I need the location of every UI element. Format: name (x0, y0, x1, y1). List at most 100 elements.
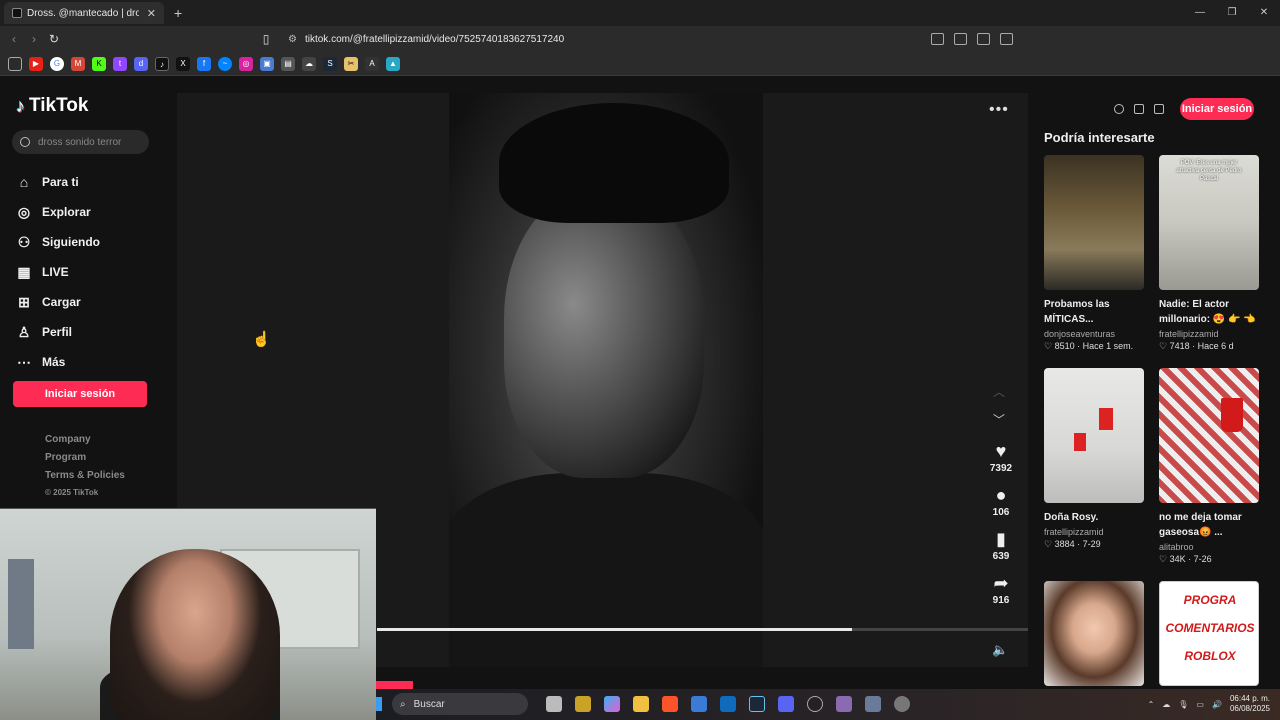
x-icon[interactable]: X (176, 56, 190, 71)
messenger-icon[interactable]: ~ (218, 56, 232, 71)
discord-icon[interactable]: d (134, 56, 148, 71)
tool-icon[interactable]: ✂ (344, 56, 358, 71)
card-user[interactable]: fratellipizzamid (1044, 527, 1145, 537)
forward-button[interactable]: › (24, 32, 44, 46)
cast-icon[interactable] (954, 33, 967, 45)
ai-icon[interactable]: A (365, 56, 379, 71)
sidebar-item-perfil[interactable]: ♙ Perfil (16, 317, 156, 347)
share-action[interactable]: ➦ 916 (985, 573, 1017, 606)
translate-icon[interactable] (977, 33, 990, 45)
reload-button[interactable]: ↻ (44, 32, 64, 46)
facebook-icon[interactable]: f (197, 56, 211, 71)
start-icon[interactable] (376, 697, 382, 711)
apps-grid-icon[interactable] (8, 56, 22, 71)
previous-video-icon[interactable]: ︿ (993, 383, 1005, 400)
card-user[interactable]: alitabroo (1159, 542, 1260, 552)
card-thumbnail[interactable] (1159, 368, 1259, 503)
sidebar-item-explorar[interactable]: ◎ Explorar (16, 197, 156, 227)
window-close-button[interactable]: ✕ (1248, 0, 1280, 26)
sidebar-item-mas[interactable]: ⋯ Más (16, 347, 156, 377)
maximize-button[interactable]: ❐ (1216, 0, 1248, 26)
tiktok-bookmark-icon[interactable]: ♪ (155, 56, 169, 71)
instagram-icon[interactable]: ◎ (239, 56, 253, 71)
card-thumbnail[interactable] (1044, 368, 1144, 503)
network-icon[interactable]: ▭ (1196, 700, 1204, 709)
site-settings-icon[interactable]: ⚙ (288, 34, 297, 45)
card-user[interactable]: donjoseaventuras (1044, 329, 1145, 339)
footer-link-company[interactable]: Company (45, 434, 125, 452)
outlook-icon[interactable] (720, 696, 736, 712)
brave-taskbar-icon[interactable] (662, 696, 678, 712)
kick-icon[interactable]: K (92, 56, 106, 71)
coins-icon[interactable] (1114, 104, 1124, 114)
taskbar-search[interactable]: ⌕ Buscar (392, 693, 528, 715)
volume-icon[interactable]: 🔈 (992, 642, 1008, 658)
settings-taskbar-icon[interactable] (894, 696, 910, 712)
card-title[interactable]: Nadie: El actor millonario: 😍 👉 👈 (1159, 297, 1260, 327)
card-title[interactable]: Probamos las MÍTICAS... (1044, 297, 1145, 327)
sidebar-item-cargar[interactable]: ⊞ Cargar (16, 287, 156, 317)
next-video-icon[interactable]: ﹀ (993, 411, 1005, 428)
comment-action[interactable]: ● 106 (985, 485, 1017, 518)
app2-taskbar-icon[interactable] (865, 696, 881, 712)
store-taskbar-icon[interactable] (691, 696, 707, 712)
card-thumbnail[interactable]: POV: Eres una mujer atractiva cerca de P… (1159, 155, 1259, 290)
like-action[interactable]: ♥ 7392 (985, 441, 1017, 474)
bookmark-page-icon[interactable]: ▯ (256, 32, 276, 46)
speaker-icon[interactable]: 🔊 (1212, 700, 1222, 709)
footer-link-terms[interactable]: Terms & Policies (45, 470, 125, 488)
card-thumbnail[interactable] (1044, 581, 1144, 686)
download-icon[interactable] (1154, 104, 1164, 114)
gmail-icon[interactable]: M (71, 56, 85, 71)
obs-icon[interactable] (807, 696, 823, 712)
tray-chevron-icon[interactable]: ⌃ (1148, 700, 1155, 709)
footer-link-program[interactable]: Program (45, 452, 125, 470)
sidebar-item-para-ti[interactable]: ⌂ Para ti (16, 167, 156, 197)
store-icon[interactable]: ▣ (260, 56, 274, 71)
minimize-button[interactable]: — (1184, 0, 1216, 26)
mute-site-icon[interactable] (931, 33, 944, 45)
discord-taskbar-icon[interactable] (778, 696, 794, 712)
file-explorer-icon[interactable] (633, 696, 649, 712)
recommended-card[interactable] (1044, 581, 1145, 686)
taskbar-clock[interactable]: 06:44 p. m. 06/08/2025 (1230, 694, 1270, 714)
share-icon[interactable] (1000, 33, 1013, 45)
steam-taskbar-icon[interactable] (749, 696, 765, 712)
sidebar-item-siguiendo[interactable]: ⚇ Siguiendo (16, 227, 156, 257)
card-thumbnail[interactable]: PROGRA COMENTARIOS ROBLOX (1159, 581, 1259, 686)
card-thumbnail[interactable] (1044, 155, 1144, 290)
recommended-card[interactable]: PROGRA COMENTARIOS ROBLOX (1159, 581, 1260, 686)
card-title[interactable]: no me deja tomar gaseosa😡 ... (1159, 510, 1260, 540)
new-tab-button[interactable]: + (174, 5, 182, 21)
google-icon[interactable]: G (50, 56, 64, 71)
app-taskbar-icon[interactable] (836, 696, 852, 712)
tiktok-logo[interactable]: ♪ TikTok (16, 95, 88, 117)
onedrive-icon[interactable]: ☁ (1162, 700, 1170, 709)
cloud-icon[interactable]: ☁ (302, 56, 316, 71)
folder-icon[interactable]: ▤ (281, 56, 295, 71)
header-login-button[interactable]: Iniciar sesión (1180, 98, 1254, 120)
search-box[interactable] (12, 130, 149, 154)
card-user[interactable]: fratellipizzamid (1159, 329, 1260, 339)
back-button[interactable]: ‹ (4, 32, 24, 46)
twitch-icon[interactable]: t (113, 56, 127, 71)
card-title[interactable]: Doña Rosy. (1044, 510, 1145, 525)
mic-icon[interactable]: 🎙 (1178, 700, 1188, 709)
youtube-icon[interactable]: ▶ (29, 56, 43, 71)
steam-icon[interactable]: S (323, 56, 337, 71)
recommended-card[interactable]: POV: Eres una mujer atractiva cerca de P… (1159, 155, 1260, 352)
video-progress-bar[interactable] (377, 628, 1028, 631)
sidebar-login-button[interactable]: Iniciar sesión (13, 381, 147, 407)
recommended-card[interactable]: Doña Rosy. fratellipizzamid ♡ 3884 · 7-2… (1044, 368, 1145, 550)
drive-icon[interactable]: ▲ (386, 56, 400, 71)
task-view-icon[interactable] (546, 696, 562, 712)
copilot-icon[interactable] (604, 696, 620, 712)
url-text[interactable]: tiktok.com/@fratellipizzamid/video/75257… (305, 34, 564, 45)
more-options-icon[interactable]: ••• (989, 101, 1009, 119)
tab-close-icon[interactable]: ✕ (147, 7, 156, 20)
device-icon[interactable] (1134, 104, 1144, 114)
browser-tab-active[interactable]: Dross. @mantecado | dross | ✕ (4, 2, 164, 24)
video-frame[interactable] (449, 93, 763, 667)
recommended-card[interactable]: Probamos las MÍTICAS... donjoseaventuras… (1044, 155, 1145, 352)
widgets-icon[interactable] (575, 696, 591, 712)
